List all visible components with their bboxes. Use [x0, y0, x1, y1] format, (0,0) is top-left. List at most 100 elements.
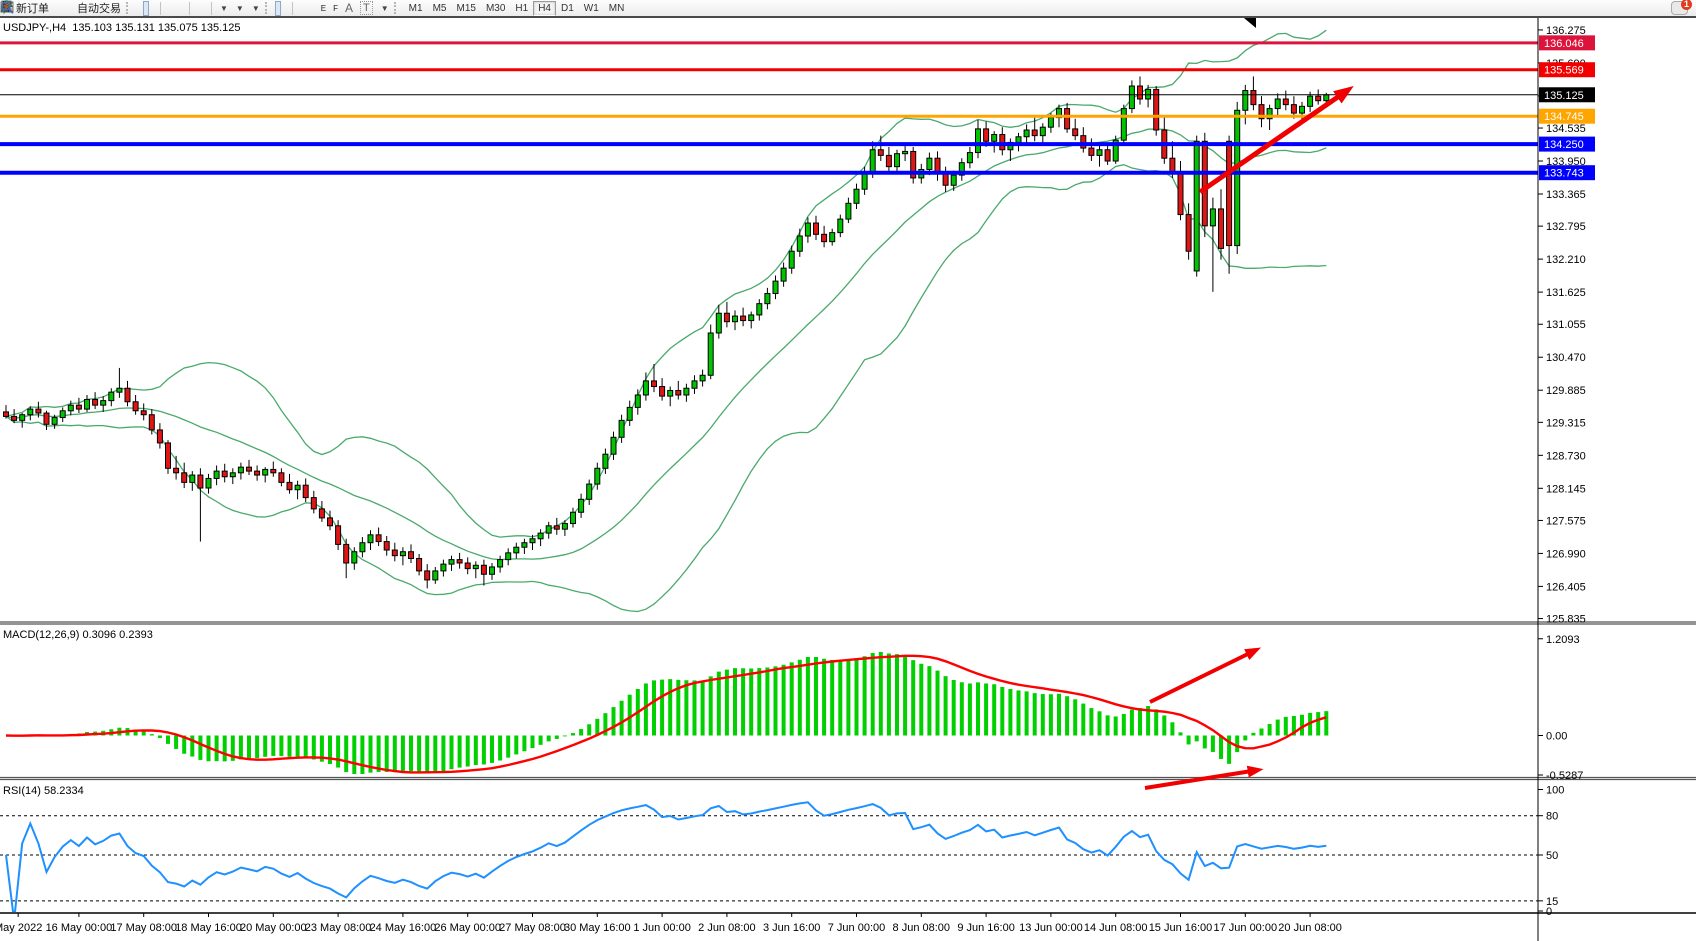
tile-windows-button[interactable] — [179, 1, 185, 16]
new-order-button[interactable]: 新订单 — [13, 1, 52, 16]
hline-tool-button[interactable] — [304, 1, 310, 16]
candle — [668, 390, 673, 396]
candle-chart-button[interactable] — [143, 1, 149, 16]
candle — [562, 524, 567, 530]
periods-button[interactable]: ▼ — [232, 1, 247, 16]
svg-text:23 May 08:00: 23 May 08:00 — [305, 922, 372, 934]
svg-text:136.275: 136.275 — [1546, 25, 1586, 37]
timeframe-m1[interactable]: M1 — [404, 1, 428, 16]
channel-tool-button[interactable]: E — [318, 1, 329, 16]
auto-scroll-button[interactable] — [194, 1, 200, 16]
candle — [441, 564, 446, 571]
candle — [344, 544, 349, 563]
candle — [546, 526, 551, 533]
time-axis: May 202216 May 00:0017 May 08:0018 May 1… — [0, 913, 1342, 934]
timeframe-m30[interactable]: M30 — [481, 1, 510, 16]
autotrade-button[interactable]: 自动交易 — [74, 1, 124, 16]
candle — [1219, 209, 1224, 248]
svg-text:133.365: 133.365 — [1546, 189, 1586, 201]
candle — [1178, 174, 1183, 215]
templates-button[interactable]: ▼ — [248, 1, 263, 16]
timeframe-mn[interactable]: MN — [604, 1, 630, 16]
candle — [903, 151, 908, 153]
vline-tool-button[interactable] — [297, 1, 303, 16]
candle — [157, 430, 162, 443]
timeframe-m5[interactable]: M5 — [428, 1, 452, 16]
svg-text:16 May 00:00: 16 May 00:00 — [46, 922, 113, 934]
timeframe-bar: M1M5M15M30H1H4D1W1MN — [404, 1, 630, 16]
timeframe-h1[interactable]: H1 — [510, 1, 533, 16]
chart-window-button[interactable] — [60, 1, 66, 16]
candle — [635, 395, 640, 407]
svg-text:131.055: 131.055 — [1546, 319, 1586, 331]
svg-text:26 May 00:00: 26 May 00:00 — [434, 922, 501, 934]
candle — [68, 405, 73, 411]
bar-chart-button[interactable] — [136, 1, 142, 16]
cursor-tool-button[interactable] — [275, 1, 281, 16]
fibonacci-tool-button[interactable]: F — [330, 1, 341, 16]
candle — [263, 469, 268, 475]
candle — [409, 552, 414, 559]
candle — [4, 412, 9, 417]
label-tool-button[interactable]: T — [357, 1, 376, 16]
candle — [1138, 86, 1143, 99]
candle — [198, 475, 203, 488]
toolbar-grip[interactable] — [126, 2, 132, 14]
candle — [85, 400, 90, 410]
svg-text:2 Jun 08:00: 2 Jun 08:00 — [698, 922, 756, 934]
market-watch-button[interactable] — [53, 1, 59, 16]
candle — [530, 539, 535, 543]
timeframe-h4[interactable]: H4 — [533, 1, 556, 16]
crosshair-tool-button[interactable] — [282, 1, 288, 16]
indicators-button[interactable]: ▼ — [216, 1, 231, 16]
candle — [133, 402, 138, 411]
candle — [846, 203, 851, 219]
candle — [433, 571, 438, 580]
candle — [12, 416, 17, 420]
svg-text:50: 50 — [1546, 850, 1558, 862]
svg-text:136.046: 136.046 — [1544, 38, 1584, 50]
candle — [886, 155, 891, 166]
timeframe-w1[interactable]: W1 — [579, 1, 604, 16]
chart-shift-button[interactable] — [201, 1, 207, 16]
candle — [1300, 106, 1305, 113]
candle — [1324, 95, 1329, 101]
chart-canvas[interactable]: 136.275135.690135.105134.535133.950133.3… — [0, 18, 1696, 941]
notifications-button[interactable]: 1 — [1671, 1, 1688, 15]
timeframe-d1[interactable]: D1 — [556, 1, 579, 16]
candle — [514, 547, 519, 553]
toolbar-grip[interactable] — [394, 2, 400, 14]
candle — [473, 565, 478, 568]
candle — [368, 535, 373, 543]
zoom-out-button[interactable] — [172, 1, 178, 16]
candle — [716, 313, 721, 333]
candle — [1210, 209, 1215, 226]
annotations[interactable] — [1145, 18, 1348, 788]
candle — [765, 294, 770, 304]
candle — [44, 413, 49, 424]
candle — [311, 498, 316, 509]
text-tool-button[interactable]: A — [342, 1, 356, 16]
candle — [708, 333, 713, 375]
candle — [554, 526, 559, 529]
candle — [166, 443, 171, 468]
candle — [384, 542, 389, 550]
zoom-in-button[interactable] — [165, 1, 171, 16]
candle — [749, 315, 754, 321]
candle — [60, 411, 65, 418]
search-icon[interactable] — [0, 0, 14, 14]
candle — [757, 304, 762, 315]
arrows-tool-button[interactable]: ▼ — [377, 1, 392, 16]
trendline-tool-button[interactable] — [311, 1, 317, 16]
candle — [838, 219, 843, 233]
dropdown-caret-icon: ▼ — [252, 4, 260, 13]
toolbar-grip[interactable] — [265, 2, 271, 14]
signals-button[interactable] — [67, 1, 73, 16]
timeframe-m15[interactable]: M15 — [451, 1, 480, 16]
candle — [481, 565, 486, 574]
line-chart-button[interactable] — [150, 1, 156, 16]
candle — [797, 236, 802, 251]
candle — [579, 499, 584, 512]
level-lines[interactable] — [0, 43, 1538, 173]
candle — [603, 454, 608, 468]
